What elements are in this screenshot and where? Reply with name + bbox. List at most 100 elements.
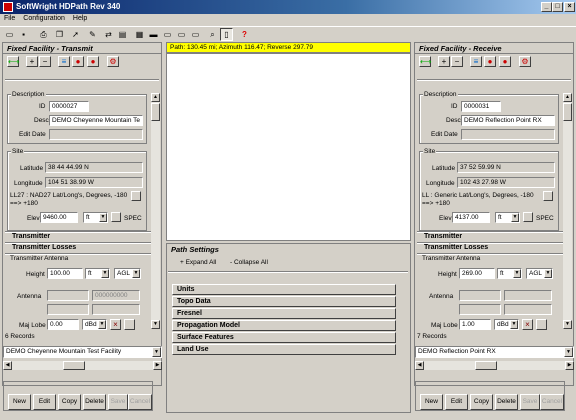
print-icon[interactable]: ⎙ — [37, 28, 50, 41]
transmit-hscroll[interactable]: ◀ ▶ — [3, 361, 162, 370]
propagation-model-section[interactable]: Propagation Model — [172, 320, 396, 331]
maj-lobe-field[interactable]: 1.00 — [459, 319, 491, 330]
new-file-icon[interactable]: ▭ — [3, 28, 16, 41]
elev-field[interactable]: 4137.00 — [452, 212, 490, 223]
maximize-button[interactable]: □ — [552, 2, 563, 12]
radio-icon[interactable]: ● — [499, 56, 511, 67]
height-ref-select[interactable]: AGL ▼ — [114, 268, 141, 279]
map-icon[interactable]: ▦ — [133, 28, 146, 41]
close-button[interactable]: × — [564, 2, 575, 12]
new-button[interactable]: New — [8, 394, 31, 410]
receive-scrollbar[interactable]: ▲ ▼ — [563, 93, 572, 329]
id-field[interactable]: 0000031 — [461, 101, 501, 112]
elev-unit-select[interactable]: ft ▼ — [83, 212, 108, 223]
scroll-right-icon[interactable]: ▶ — [153, 361, 162, 370]
height-field[interactable]: 269.00 — [459, 268, 495, 279]
maj-lobe-unit-select[interactable]: dBd ▼ — [494, 319, 519, 330]
maj-lobe-field[interactable]: 0.00 — [47, 319, 79, 330]
antenna-icon[interactable]: ● — [484, 56, 496, 67]
save-button[interactable]: Save — [520, 394, 540, 410]
transmitter-losses-section[interactable]: Transmitter Losses — [424, 244, 488, 251]
export-icon[interactable]: ➚ — [69, 28, 82, 41]
fresnel-section[interactable]: Fresnel — [172, 308, 396, 319]
settings-icon[interactable]: ⚙ — [107, 56, 119, 67]
desc-field[interactable]: DEMO Cheyenne Mountain Te — [49, 115, 143, 126]
folder-icon[interactable]: ▭ — [161, 28, 174, 41]
spec-button[interactable] — [523, 212, 533, 222]
remove-icon[interactable]: − — [451, 56, 463, 67]
menu-configuration[interactable]: Configuration — [19, 14, 69, 23]
scroll-down-icon[interactable]: ▼ — [563, 320, 572, 329]
browse-button[interactable] — [536, 319, 547, 330]
transmit-record-select[interactable]: DEMO Cheyenne Mountain Test Facility ▼ — [3, 346, 162, 358]
land-use-section[interactable]: Land Use — [172, 344, 396, 355]
maj-lobe-unit-select[interactable]: dBd ▼ — [82, 319, 107, 330]
add-icon[interactable]: + — [438, 56, 450, 67]
zoom-icon[interactable]: ⌕ — [206, 28, 219, 41]
height-ref-select[interactable]: AGL ▼ — [526, 268, 553, 279]
scroll-left-icon[interactable]: ◀ — [3, 361, 12, 370]
help-icon[interactable]: ? — [238, 28, 251, 41]
antenna-icon[interactable]: ● — [72, 56, 84, 67]
swap-icon[interactable]: ⇄ — [102, 28, 115, 41]
copy-icon[interactable]: ❐ — [53, 28, 66, 41]
new-button[interactable]: New — [420, 394, 443, 410]
id-field[interactable]: 0000027 — [49, 101, 89, 112]
transmit-scrollbar[interactable]: ▲ ▼ — [151, 93, 160, 329]
latitude-field[interactable]: 37 52 59.99 N — [457, 162, 555, 173]
hscroll-thumb[interactable] — [475, 361, 497, 370]
menu-help[interactable]: Help — [69, 14, 91, 23]
list-icon[interactable]: ≡ — [58, 56, 70, 67]
scroll-up-icon[interactable]: ▲ — [151, 93, 160, 102]
height-unit-select[interactable]: ft ▼ — [497, 268, 522, 279]
elev-unit-select[interactable]: ft ▼ — [495, 212, 520, 223]
settings-icon[interactable]: ⚙ — [519, 56, 531, 67]
scroll-down-icon[interactable]: ▼ — [151, 320, 160, 329]
datum-button[interactable] — [131, 191, 141, 201]
scroll-left-icon[interactable]: ◀ — [415, 361, 424, 370]
topo-data-section[interactable]: Topo Data — [172, 296, 396, 307]
copy-button[interactable]: Copy — [470, 394, 493, 410]
clear-icon[interactable]: × — [522, 319, 533, 330]
minimize-button[interactable]: _ — [541, 2, 552, 12]
receive-hscroll[interactable]: ◀ ▶ — [415, 361, 574, 370]
latitude-field[interactable]: 38 44 44.99 N — [45, 162, 143, 173]
folder-open-icon[interactable]: ▭ — [175, 28, 188, 41]
pencil-icon[interactable]: ✎ — [86, 28, 99, 41]
receive-record-select[interactable]: DEMO Reflection Point RX ▼ — [415, 346, 574, 358]
antenna-field[interactable] — [459, 290, 501, 301]
longitude-field[interactable]: 102 43 27.98 W — [457, 177, 555, 188]
profile-icon[interactable]: ▬ — [147, 28, 160, 41]
transmitter-section[interactable]: Transmitter — [424, 233, 462, 240]
transmitter-section[interactable]: Transmitter — [12, 233, 50, 240]
datum-button[interactable] — [543, 191, 553, 201]
desc-field[interactable]: DEMO Reflection Point RX — [461, 115, 555, 126]
surface-features-section[interactable]: Surface Features — [172, 332, 396, 343]
expand-all-link[interactable]: + Expand All — [180, 259, 216, 266]
folder-data-icon[interactable]: ▭ — [189, 28, 202, 41]
antenna-field[interactable] — [47, 290, 89, 301]
hscroll-thumb[interactable] — [63, 361, 85, 370]
cancel-button[interactable]: Cancel — [128, 394, 152, 410]
longitude-field[interactable]: 104 51 38.99 W — [45, 177, 143, 188]
scroll-up-icon[interactable]: ▲ — [563, 93, 572, 102]
transmitter-losses-section[interactable]: Transmitter Losses — [12, 244, 76, 251]
remove-icon[interactable]: − — [39, 56, 51, 67]
height-field[interactable]: 100.00 — [47, 268, 83, 279]
path-profile-canvas[interactable] — [166, 53, 411, 241]
save-button[interactable]: Save — [108, 394, 128, 410]
add-icon[interactable]: + — [26, 56, 38, 67]
collapse-all-link[interactable]: - Collapse All — [230, 259, 268, 266]
edit-button[interactable]: Edit — [445, 394, 468, 410]
height-unit-select[interactable]: ft ▼ — [85, 268, 110, 279]
list-icon[interactable]: ≡ — [470, 56, 482, 67]
menu-file[interactable]: File — [0, 14, 19, 23]
delete-button[interactable]: Delete — [495, 394, 518, 410]
fit-icon[interactable]: ⟷ — [7, 56, 19, 67]
cancel-button[interactable]: Cancel — [540, 394, 564, 410]
delete-button[interactable]: Delete — [83, 394, 106, 410]
elev-field[interactable]: 9460.00 — [40, 212, 78, 223]
spec-button[interactable] — [111, 212, 121, 222]
save-icon[interactable]: ▪ — [17, 28, 30, 41]
scroll-thumb[interactable] — [151, 103, 160, 121]
